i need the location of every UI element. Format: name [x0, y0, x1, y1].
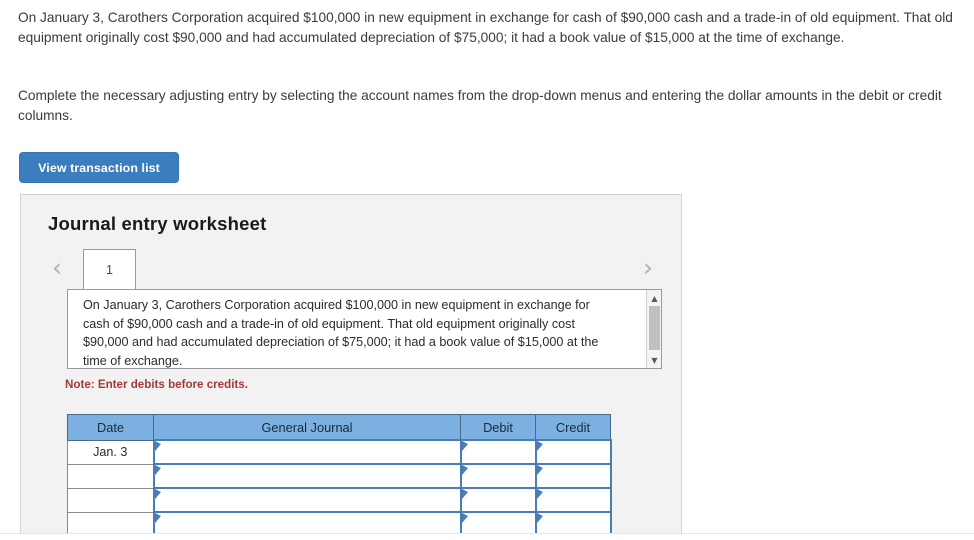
table-row — [67, 487, 612, 513]
description-scrollbar[interactable]: ▲ ▼ — [646, 290, 661, 368]
transaction-description-text: On January 3, Carothers Corporation acqu… — [83, 298, 599, 368]
account-name-dropdown[interactable] — [152, 487, 462, 513]
column-header-date: Date — [67, 414, 154, 441]
worksheet-tab-1[interactable]: 1 — [83, 249, 136, 289]
table-row — [67, 511, 612, 534]
date-cell[interactable] — [67, 487, 154, 513]
table-row: Jan. 3 — [67, 439, 612, 465]
dropdown-marker-icon — [536, 513, 543, 523]
date-cell[interactable] — [67, 511, 154, 534]
scroll-up-icon[interactable]: ▲ — [647, 291, 662, 305]
column-header-general-journal: General Journal — [153, 414, 461, 441]
instruction-text: Complete the necessary adjusting entry b… — [18, 88, 942, 123]
debit-input[interactable] — [459, 439, 537, 465]
dropdown-marker-icon — [461, 489, 468, 499]
account-name-dropdown[interactable] — [152, 463, 462, 489]
worksheet-title: Journal entry worksheet — [48, 213, 267, 234]
debit-input[interactable] — [459, 487, 537, 513]
credit-input[interactable] — [534, 463, 612, 489]
dropdown-marker-icon — [536, 441, 543, 451]
credit-input[interactable] — [534, 487, 612, 513]
column-header-credit: Credit — [535, 414, 611, 441]
dropdown-marker-icon — [154, 513, 161, 523]
dropdown-marker-icon — [536, 489, 543, 499]
dropdown-marker-icon — [461, 441, 468, 451]
dropdown-marker-icon — [154, 441, 161, 451]
date-cell[interactable]: Jan. 3 — [67, 439, 154, 465]
debit-input[interactable] — [459, 463, 537, 489]
account-name-dropdown[interactable] — [152, 439, 462, 465]
credit-input[interactable] — [534, 439, 612, 465]
dropdown-marker-icon — [536, 465, 543, 475]
chevron-left-icon[interactable]: ‹ — [45, 255, 69, 281]
bottom-divider — [0, 533, 974, 534]
table-header-row: Date General Journal Debit Credit — [67, 414, 611, 441]
chevron-right-icon[interactable]: › — [636, 255, 660, 281]
worksheet-tabs-row: ‹ 1 › — [21, 249, 681, 289]
date-cell[interactable] — [67, 463, 154, 489]
scrollbar-thumb[interactable] — [649, 306, 660, 350]
dropdown-marker-icon — [461, 465, 468, 475]
column-header-debit: Debit — [460, 414, 536, 441]
table-row — [67, 463, 612, 489]
journal-entry-worksheet-panel: Journal entry worksheet ‹ 1 › On January… — [20, 194, 682, 534]
problem-statement: On January 3, Carothers Corporation acqu… — [18, 10, 953, 45]
debits-before-credits-note: Note: Enter debits before credits. — [65, 378, 248, 391]
account-name-dropdown[interactable] — [152, 511, 462, 534]
dropdown-marker-icon — [154, 465, 161, 475]
scroll-down-icon[interactable]: ▼ — [647, 353, 662, 367]
dropdown-marker-icon — [154, 489, 161, 499]
dropdown-marker-icon — [461, 513, 468, 523]
view-transaction-list-button[interactable]: View transaction list — [19, 152, 179, 183]
credit-input[interactable] — [534, 511, 612, 534]
debit-input[interactable] — [459, 511, 537, 534]
general-journal-table: Date General Journal Debit Credit Jan. 3 — [67, 414, 612, 534]
transaction-description-box: On January 3, Carothers Corporation acqu… — [67, 289, 662, 369]
